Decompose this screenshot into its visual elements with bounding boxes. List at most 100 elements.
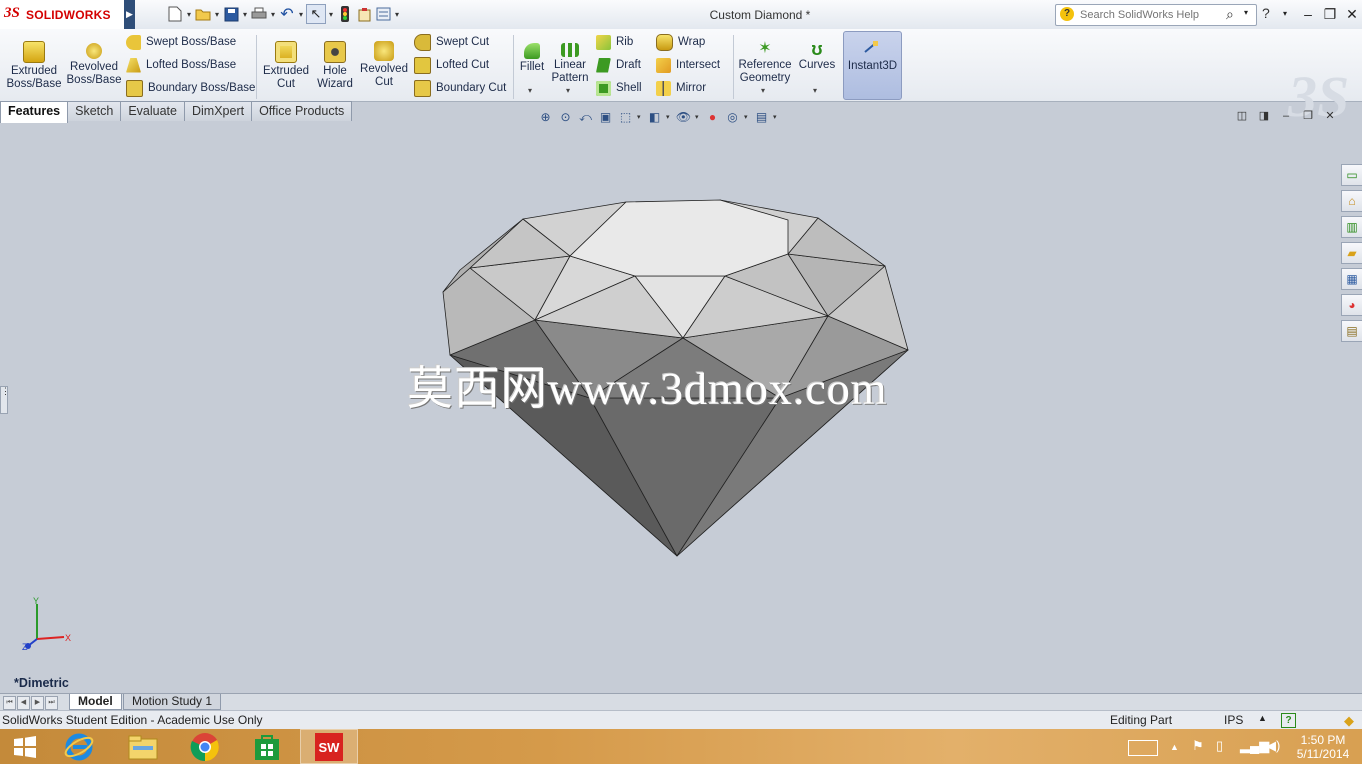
tab-sketch[interactable]: Sketch [67, 101, 122, 121]
linear-pattern-dropdown-arrow-icon[interactable]: ▾ [566, 86, 570, 95]
intersect-button[interactable]: Intersect [656, 55, 720, 75]
swept-cut-button[interactable]: Swept Cut [414, 32, 506, 52]
rib-button[interactable]: Rib [596, 32, 642, 52]
previous-view-icon[interactable]: ⤺ [577, 109, 594, 126]
curves-button[interactable]: ʊ Curves [796, 35, 838, 72]
hide-show-items-icon[interactable]: 👁 [675, 109, 692, 126]
appearances-icon[interactable]: ◕ [1341, 294, 1362, 316]
lofted-cut-button[interactable]: Lofted Cut [414, 55, 506, 75]
boundary-cut-button[interactable]: Boundary Cut [414, 78, 506, 98]
unit-system-up-arrow-icon[interactable]: ▲ [1258, 713, 1267, 723]
viewport-minimize-icon[interactable]: – [1278, 109, 1294, 123]
chrome-icon[interactable] [176, 729, 234, 764]
shell-button[interactable]: Shell [596, 78, 642, 98]
volume-icon[interactable]: ◀) [1266, 738, 1280, 754]
power-icon[interactable]: ▯ [1216, 738, 1223, 754]
hole-wizard-button[interactable]: Hole Wizard [312, 35, 358, 91]
home-icon[interactable]: ⌂ [1341, 190, 1362, 212]
save-icon[interactable] [222, 5, 240, 23]
search-icon[interactable]: ⌕ [1226, 6, 1234, 23]
boundary-boss-button[interactable]: Boundary Boss/Base [126, 78, 255, 98]
options-icon[interactable] [374, 5, 392, 23]
hide-show-dropdown-icon[interactable]: ▾ [695, 113, 701, 121]
feature-manager-expand-handle[interactable]: ⋮ [0, 386, 10, 414]
apply-scene-dropdown-icon[interactable]: ▾ [744, 113, 750, 121]
help-dropdown-arrow-icon[interactable]: ▾ [1283, 9, 1287, 18]
design-library-icon[interactable]: ▥ [1341, 216, 1362, 238]
last-tab-arrow-icon[interactable]: ⏭ [45, 696, 58, 710]
zoom-to-area-icon[interactable]: ⊙ [557, 109, 574, 126]
curves-dropdown-arrow-icon[interactable]: ▾ [813, 86, 817, 95]
tab-dimxpert[interactable]: DimXpert [183, 101, 253, 121]
solidworks-logo[interactable]: 3S SOLIDWORKS [0, 0, 124, 29]
touch-keyboard-icon[interactable] [1128, 740, 1158, 756]
revolved-cut-button[interactable]: Revolved Cut [358, 35, 410, 89]
select-cursor-icon[interactable]: ↖ [306, 4, 326, 24]
system-clock[interactable]: 1:50 PM 5/11/2014 [1290, 733, 1356, 761]
show-hidden-icons-arrow-icon[interactable]: ▲ [1170, 742, 1179, 752]
options-dropdown-arrow-icon[interactable]: ▾ [393, 10, 401, 19]
tile-vertical-icon[interactable]: ◨ [1256, 109, 1272, 123]
open-folder-icon[interactable] [194, 5, 212, 23]
fillet-dropdown-arrow-icon[interactable]: ▾ [528, 86, 532, 95]
tab-features[interactable]: Features [0, 101, 69, 123]
view-settings-icon[interactable]: ▤ [753, 109, 770, 126]
edit-appearance-icon[interactable]: ● [704, 109, 721, 126]
mirror-button[interactable]: Mirror [656, 78, 720, 98]
undo-dropdown-arrow-icon[interactable]: ▾ [297, 10, 305, 19]
file-properties-icon[interactable] [355, 5, 373, 23]
network-signal-icon[interactable]: ▂▄▆ [1240, 738, 1269, 754]
windows-start-icon[interactable] [0, 729, 50, 764]
tile-horizontal-icon[interactable]: ◫ [1234, 109, 1250, 123]
windows-store-icon[interactable] [238, 729, 296, 764]
apply-scene-icon[interactable]: ◎ [724, 109, 741, 126]
previous-tab-arrow-icon[interactable]: ◀ [17, 696, 30, 710]
next-tab-arrow-icon[interactable]: ▶ [31, 696, 44, 710]
select-dropdown-arrow-icon[interactable]: ▾ [327, 10, 335, 19]
section-view-icon[interactable]: ▣ [597, 109, 614, 126]
action-center-flag-icon[interactable]: ⚑ [1192, 738, 1204, 754]
new-document-icon[interactable] [166, 5, 184, 23]
linear-pattern-button[interactable]: Linear Pattern [550, 35, 590, 85]
file-explorer-taskbar-icon[interactable] [114, 729, 172, 764]
save-dropdown-arrow-icon[interactable]: ▾ [241, 10, 249, 19]
view-settings-dropdown-icon[interactable]: ▾ [773, 113, 779, 121]
draft-button[interactable]: Draft [596, 55, 642, 75]
help-search-box[interactable]: ? ⌕ ▾ [1055, 4, 1257, 26]
print-dropdown-arrow-icon[interactable]: ▾ [269, 10, 277, 19]
instant3d-toggle-button[interactable]: Instant3D [843, 31, 902, 100]
restore-window-button[interactable]: ❐ [1320, 4, 1340, 24]
revolved-boss-button[interactable]: Revolved Boss/Base [66, 35, 122, 87]
file-explorer-icon[interactable]: ▰ [1341, 242, 1362, 264]
close-window-button[interactable]: ✕ [1342, 4, 1362, 24]
display-style-dropdown-icon[interactable]: ▾ [666, 113, 672, 121]
custom-properties-icon[interactable]: ▤ [1341, 320, 1362, 342]
view-orientation-icon[interactable]: ⬚ [617, 109, 634, 126]
solidworks-resources-icon[interactable]: ▭ [1341, 164, 1362, 186]
print-icon[interactable] [250, 5, 268, 23]
extruded-boss-button[interactable]: Extruded Boss/Base [6, 35, 62, 91]
help-icon[interactable]: ? [1262, 5, 1270, 21]
view-palette-icon[interactable]: ▦ [1341, 268, 1362, 290]
tab-office-products[interactable]: Office Products [251, 101, 353, 121]
reference-geometry-button[interactable]: ✶ Reference Geometry [736, 35, 794, 85]
viewport-restore-icon[interactable]: ❐ [1300, 109, 1316, 123]
swept-boss-button[interactable]: Swept Boss/Base [126, 32, 255, 52]
display-style-icon[interactable]: ◧ [646, 109, 663, 126]
tab-evaluate[interactable]: Evaluate [120, 101, 185, 121]
minimize-window-button[interactable]: – [1298, 4, 1318, 24]
rebuild-traffic-light-icon[interactable] [336, 5, 354, 23]
first-tab-arrow-icon[interactable]: ⏮ [3, 696, 16, 710]
fillet-button[interactable]: Fillet [516, 35, 548, 74]
tab-motion-study-1[interactable]: Motion Study 1 [123, 694, 222, 710]
internet-explorer-icon[interactable] [50, 729, 108, 764]
undo-icon[interactable]: ↶ [278, 5, 296, 23]
notifications-icon[interactable]: ◆ [1344, 713, 1354, 729]
search-input[interactable] [1078, 6, 1222, 24]
zoom-to-fit-icon[interactable]: ⊕ [537, 109, 554, 126]
search-dropdown-arrow-icon[interactable]: ▾ [1244, 8, 1248, 17]
viewport-close-icon[interactable]: ✕ [1322, 109, 1338, 123]
tab-model[interactable]: Model [69, 694, 122, 710]
view-orientation-dropdown-icon[interactable]: ▾ [637, 113, 643, 121]
quick-tips-icon[interactable]: ? [1281, 713, 1296, 728]
